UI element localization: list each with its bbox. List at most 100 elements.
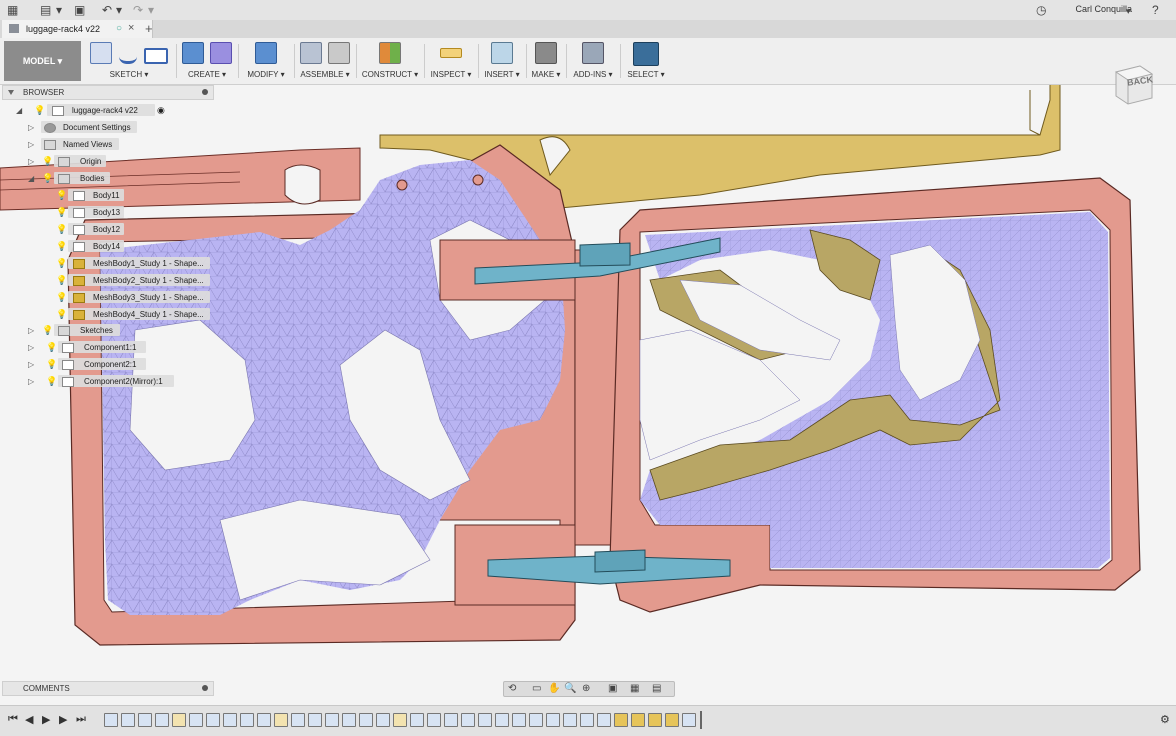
- timeline-feature[interactable]: [342, 713, 356, 727]
- timeline-feature[interactable]: [614, 713, 628, 727]
- tree-item-meshbody4[interactable]: 💡 MeshBody4_Study 1 - Shape...: [54, 308, 214, 321]
- visibility-bulb-icon[interactable]: 💡: [56, 224, 67, 234]
- close-tab-icon[interactable]: ×: [128, 22, 134, 34]
- timeline-feature[interactable]: [104, 713, 118, 727]
- visibility-bulb-icon[interactable]: 💡: [42, 173, 53, 183]
- component-icon[interactable]: [299, 42, 322, 64]
- redo-dropdown-icon[interactable]: ▾: [148, 3, 154, 17]
- display-settings-icon[interactable]: ▣: [608, 683, 617, 694]
- timeline-feature[interactable]: [529, 713, 543, 727]
- timeline-feature[interactable]: [580, 713, 594, 727]
- expand-arrow-icon[interactable]: ▷: [28, 123, 34, 132]
- expand-arrow-icon[interactable]: ▷: [28, 140, 34, 149]
- expand-arrow-icon[interactable]: ▷: [28, 326, 34, 335]
- visibility-bulb-icon[interactable]: 💡: [56, 207, 67, 217]
- visibility-bulb-icon[interactable]: 💡: [56, 190, 67, 200]
- timeline-feature[interactable]: [597, 713, 611, 727]
- timeline-feature[interactable]: [393, 713, 407, 727]
- select-group[interactable]: SELECT ▾: [624, 40, 668, 82]
- expand-arrow-icon[interactable]: ▷: [28, 360, 34, 369]
- make-group[interactable]: MAKE ▾: [528, 40, 564, 82]
- zoom-icon[interactable]: 🔍: [564, 683, 576, 694]
- expand-arrow-icon[interactable]: ◢: [28, 174, 34, 183]
- timeline-feature[interactable]: [512, 713, 526, 727]
- timeline-feature[interactable]: [546, 713, 560, 727]
- new-tab-icon[interactable]: +: [145, 21, 153, 36]
- timeline-feature[interactable]: [495, 713, 509, 727]
- orbit-icon[interactable]: ⟲: [508, 683, 516, 694]
- modify-group[interactable]: MODIFY ▾: [240, 40, 292, 82]
- tree-item-body12[interactable]: 💡 Body12: [54, 223, 134, 236]
- visibility-bulb-icon[interactable]: 💡: [56, 258, 67, 268]
- visibility-bulb-icon[interactable]: 💡: [42, 156, 53, 166]
- sketch-group[interactable]: SKETCH ▾: [84, 40, 174, 82]
- grid-settings-icon[interactable]: ▦: [630, 683, 639, 694]
- tree-item-meshbody3[interactable]: 💡 MeshBody3_Study 1 - Shape...: [54, 291, 214, 304]
- visibility-bulb-icon[interactable]: 💡: [46, 359, 57, 369]
- step-back-icon[interactable]: ◀: [25, 713, 33, 726]
- expand-arrow-icon[interactable]: ▷: [28, 343, 34, 352]
- mesh-icon[interactable]: [210, 42, 233, 64]
- model-canvas[interactable]: [0, 85, 1176, 705]
- 3d-viewport[interactable]: [0, 85, 1176, 705]
- tree-root[interactable]: ◢ 💡 luggage-rack4 v22 ◉: [14, 104, 174, 117]
- rectangle-icon[interactable]: [143, 48, 168, 64]
- timeline-settings-gear-icon[interactable]: ⚙: [1160, 713, 1170, 726]
- visibility-bulb-icon[interactable]: 💡: [56, 292, 67, 302]
- timeline-marker[interactable]: [700, 711, 702, 729]
- timeline-feature[interactable]: [682, 713, 696, 727]
- comments-panel-header[interactable]: COMMENTS: [2, 681, 214, 696]
- press-pull-icon[interactable]: [255, 42, 277, 64]
- tree-item-sketches[interactable]: ▷ 💡 Sketches: [26, 324, 176, 337]
- timeline-feature[interactable]: [240, 713, 254, 727]
- timeline-feature[interactable]: [478, 713, 492, 727]
- add-ins-group[interactable]: ADD-INS ▾: [568, 40, 618, 82]
- timeline-feature[interactable]: [223, 713, 237, 727]
- timeline-feature[interactable]: [274, 713, 288, 727]
- help-icon[interactable]: ?: [1152, 3, 1159, 17]
- timeline-feature[interactable]: [444, 713, 458, 727]
- tree-item-meshbody1[interactable]: 💡 MeshBody1_Study 1 - Shape...: [54, 257, 214, 270]
- assemble-group[interactable]: ASSEMBLE ▾: [296, 40, 354, 82]
- pin-icon[interactable]: [202, 89, 208, 95]
- visibility-bulb-icon[interactable]: 💡: [56, 275, 67, 285]
- timeline-feature[interactable]: [291, 713, 305, 727]
- timeline-feature[interactable]: [308, 713, 322, 727]
- timeline-feature[interactable]: [665, 713, 679, 727]
- scripts-icon[interactable]: [582, 42, 604, 64]
- visibility-bulb-icon[interactable]: 💡: [46, 342, 57, 352]
- user-menu[interactable]: Carl Conquilla: [1075, 4, 1132, 14]
- tree-item-bodies[interactable]: ◢ 💡 Bodies: [26, 172, 176, 185]
- visibility-bulb-icon[interactable]: 💡: [34, 105, 45, 115]
- go-to-start-icon[interactable]: ⏮: [8, 713, 18, 726]
- visibility-bulb-icon[interactable]: 💡: [56, 241, 67, 251]
- timeline-feature[interactable]: [563, 713, 577, 727]
- tree-item-meshbody2[interactable]: 💡 MeshBody2_Study 1 - Shape...: [54, 274, 214, 287]
- tree-item-body11[interactable]: 💡 Body11: [54, 189, 134, 202]
- view-cube[interactable]: BACK: [1110, 62, 1156, 106]
- play-icon[interactable]: ▶: [42, 713, 50, 726]
- activate-icon[interactable]: ◉: [157, 105, 165, 116]
- tree-item-named-views[interactable]: ▷ Named Views: [26, 138, 176, 151]
- expand-arrow-icon[interactable]: ◢: [16, 106, 22, 115]
- construct-group[interactable]: CONSTRUCT ▾: [358, 40, 422, 82]
- undo-icon[interactable]: ↶: [102, 3, 112, 17]
- tree-item-component1[interactable]: ▷ 💡 Component1:1: [26, 341, 176, 354]
- browser-header[interactable]: BROWSER: [2, 85, 214, 100]
- tree-item-origin[interactable]: ▷ 💡 Origin: [26, 155, 176, 168]
- tree-item-component2[interactable]: ▷ 💡 Component2:1: [26, 358, 176, 371]
- timeline-feature[interactable]: [648, 713, 662, 727]
- visibility-bulb-icon[interactable]: 💡: [56, 309, 67, 319]
- timeline-feature[interactable]: [631, 713, 645, 727]
- measure-icon[interactable]: [440, 48, 462, 58]
- timeline-feature[interactable]: [155, 713, 169, 727]
- timeline-feature[interactable]: [257, 713, 271, 727]
- expand-arrow-icon[interactable]: ▷: [28, 157, 34, 166]
- fit-icon[interactable]: ⊕: [582, 683, 590, 694]
- redo-icon[interactable]: ↷: [133, 3, 143, 17]
- timeline-feature[interactable]: [359, 713, 373, 727]
- sketch-icon[interactable]: [90, 42, 113, 64]
- line-icon[interactable]: [119, 49, 137, 64]
- step-forward-icon[interactable]: ▶: [59, 713, 67, 726]
- tree-item-body14[interactable]: 💡 Body14: [54, 240, 134, 253]
